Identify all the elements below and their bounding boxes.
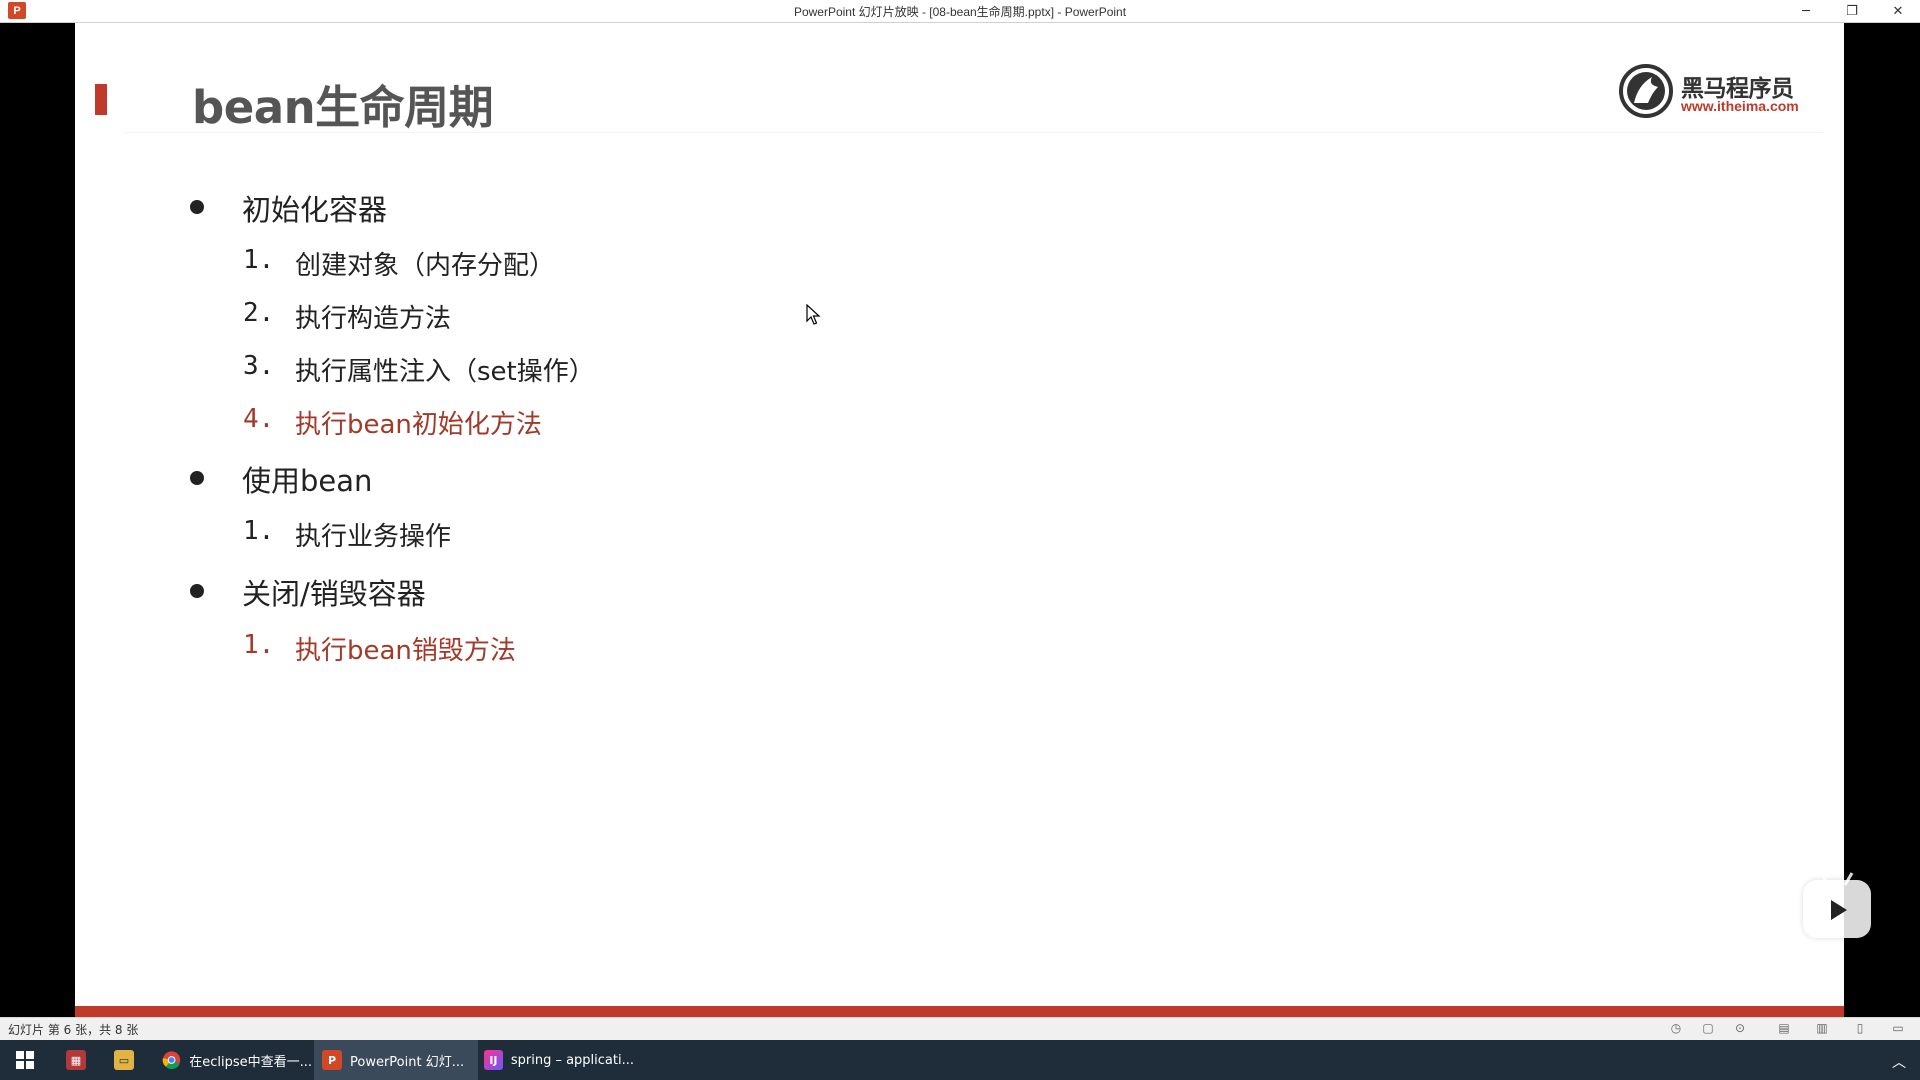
step-number: 1. <box>243 630 275 660</box>
window-title: PowerPoint 幻灯片放映 - [08-bean生命周期.pptx] - … <box>793 5 1127 19</box>
bullet-label: 使用bean <box>242 464 373 498</box>
step-text: 执行属性注入（set操作） <box>295 357 595 387</box>
slide-title: bean生命周期 <box>192 81 494 134</box>
bullet-label: 初始化容器 <box>242 193 388 227</box>
notes-icon[interactable]: ◷ <box>1668 1021 1684 1035</box>
step-number: 4. <box>243 404 275 434</box>
taskbar-app-pinned[interactable]: ▦ <box>60 1040 92 1080</box>
folder-icon: ▭ <box>114 1050 134 1070</box>
slide-counter: 幻灯片 第 6 张，共 8 张 <box>8 1023 139 1037</box>
intellij-icon: IJ <box>484 1050 503 1070</box>
minimize-button[interactable]: ─ <box>1786 0 1826 22</box>
status-bar: 幻灯片 第 6 张，共 8 张 ◷ ▢ ⊙ ▤ ▥ ▯ ▭ <box>0 1017 1920 1040</box>
start-button[interactable] <box>10 1040 40 1080</box>
bullet-dot-icon <box>190 471 204 485</box>
windows-logo-icon <box>16 1051 34 1069</box>
zoom-icon[interactable]: ▯ <box>1852 1021 1868 1035</box>
step-text: 执行bean初始化方法 <box>295 410 542 440</box>
play-icon <box>1831 900 1847 920</box>
windows-taskbar: ▦ ▭ 在eclipse中查看一... P PowerPoint 幻灯... I… <box>0 1040 1920 1080</box>
window-title-bar: P PowerPoint 幻灯片放映 - [08-bean生命周期.pptx] … <box>0 0 1920 23</box>
taskbar-item-intellij[interactable]: IJ spring – applicati... <box>478 1040 634 1080</box>
reading-view-icon[interactable]: ▥ <box>1814 1021 1830 1035</box>
bullet-dot-icon <box>190 584 204 598</box>
system-tray-chevron-icon[interactable]: ︿ <box>1892 1052 1906 1072</box>
step-number: 1. <box>243 245 275 275</box>
close-button[interactable]: ✕ <box>1878 0 1918 22</box>
taskbar-item-label: 在eclipse中查看一... <box>189 1054 312 1070</box>
horse-logo-icon <box>1619 64 1673 118</box>
step-number: 2. <box>243 298 275 328</box>
step-number: 3. <box>243 351 275 381</box>
app-grid-icon: ▦ <box>66 1050 86 1070</box>
logo-url-text: www.itheima.com <box>1681 98 1799 114</box>
mouse-cursor-icon <box>806 304 821 325</box>
step-text: 执行构造方法 <box>295 304 452 334</box>
title-divider <box>123 132 1823 133</box>
tv-antenna-right <box>1843 872 1854 886</box>
video-play-button[interactable] <box>1803 872 1871 938</box>
company-logo: 黑马程序员 www.itheima.com <box>1618 63 1808 123</box>
slide-footer-bar <box>75 1006 1844 1017</box>
chrome-icon <box>162 1051 181 1070</box>
step-text: 执行bean销毁方法 <box>295 636 516 666</box>
step-number: 1. <box>243 516 275 546</box>
slide[interactable]: bean生命周期 黑马程序员 www.itheima.com 初始化容器 1. … <box>75 23 1844 1017</box>
taskbar-item-label: spring – applicati... <box>510 1052 634 1068</box>
bullet-dot-icon <box>190 200 204 214</box>
powerpoint-icon: P <box>322 1050 342 1070</box>
title-accent-bar <box>95 84 107 115</box>
taskbar-file-explorer[interactable]: ▭ <box>108 1040 140 1080</box>
step-text: 执行业务操作 <box>295 522 452 552</box>
slide-sorter-icon[interactable]: ▤ <box>1776 1021 1792 1035</box>
slideshow-icon[interactable]: ⊙ <box>1732 1021 1748 1035</box>
step-text: 创建对象（内存分配） <box>295 251 556 281</box>
taskbar-item-powerpoint[interactable]: P PowerPoint 幻灯... <box>314 1040 478 1080</box>
restore-button[interactable]: ❐ <box>1832 0 1872 22</box>
taskbar-item-label: PowerPoint 幻灯... <box>350 1054 465 1070</box>
taskbar-item-chrome[interactable]: 在eclipse中查看一... <box>156 1040 312 1080</box>
fit-slide-icon[interactable]: ▭ <box>1890 1021 1906 1035</box>
normal-view-icon[interactable]: ▢ <box>1700 1021 1716 1035</box>
bullet-label: 关闭/销毁容器 <box>242 577 426 611</box>
